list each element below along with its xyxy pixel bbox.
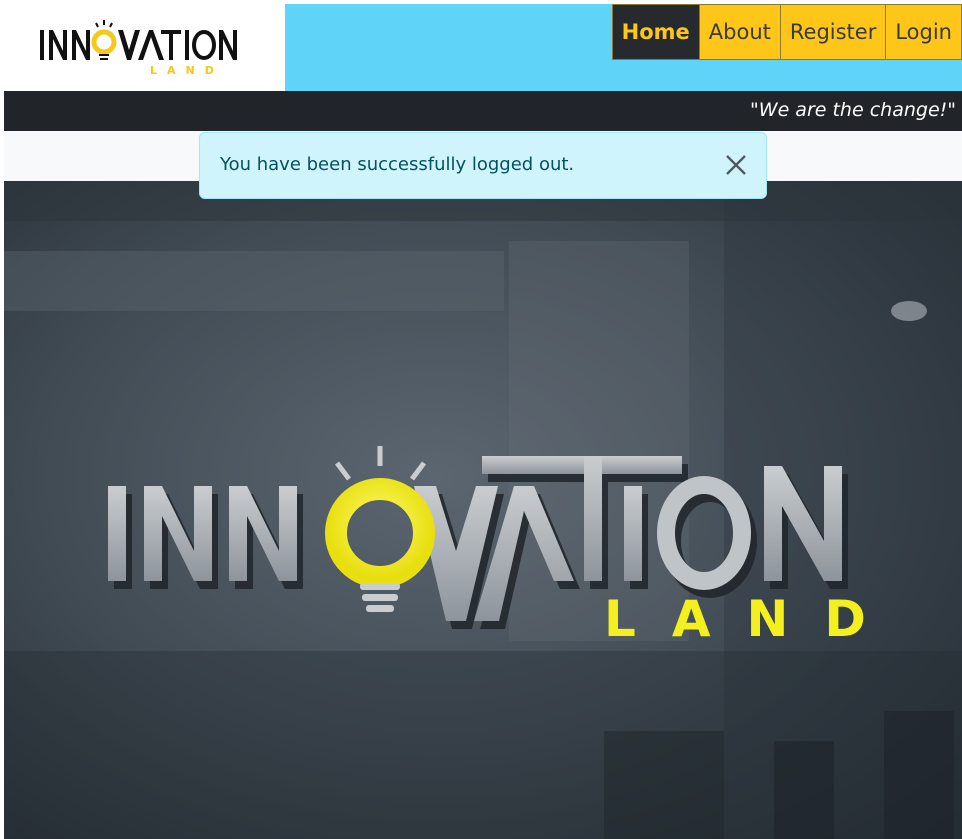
close-icon[interactable]: [724, 153, 748, 177]
hero-banner: LAND: [4, 181, 962, 839]
main-nav: Home About Register Login: [611, 4, 962, 60]
svg-text:LAND: LAND: [150, 64, 224, 77]
svg-text:LAND: LAND: [604, 590, 902, 648]
logo-image: LAND: [40, 20, 237, 77]
logo[interactable]: LAND: [4, 4, 285, 91]
nav-item-register[interactable]: Register: [779, 4, 887, 60]
nav-item-login[interactable]: Login: [885, 4, 962, 60]
hero-image: LAND: [4, 181, 962, 839]
close-icon-svg: [726, 155, 746, 175]
nav-item-about[interactable]: About: [698, 4, 781, 60]
alert-message: You have been successfully logged out.: [220, 154, 575, 175]
site-header: LAND Home About Register Login: [4, 4, 962, 91]
page: LAND Home About Register Login "We are t…: [0, 0, 962, 839]
logout-alert: You have been successfully logged out.: [199, 132, 767, 199]
tagline: "We are the change!": [750, 99, 956, 121]
nav-item-home[interactable]: Home: [611, 4, 700, 60]
tagline-bar: "We are the change!": [4, 91, 962, 131]
